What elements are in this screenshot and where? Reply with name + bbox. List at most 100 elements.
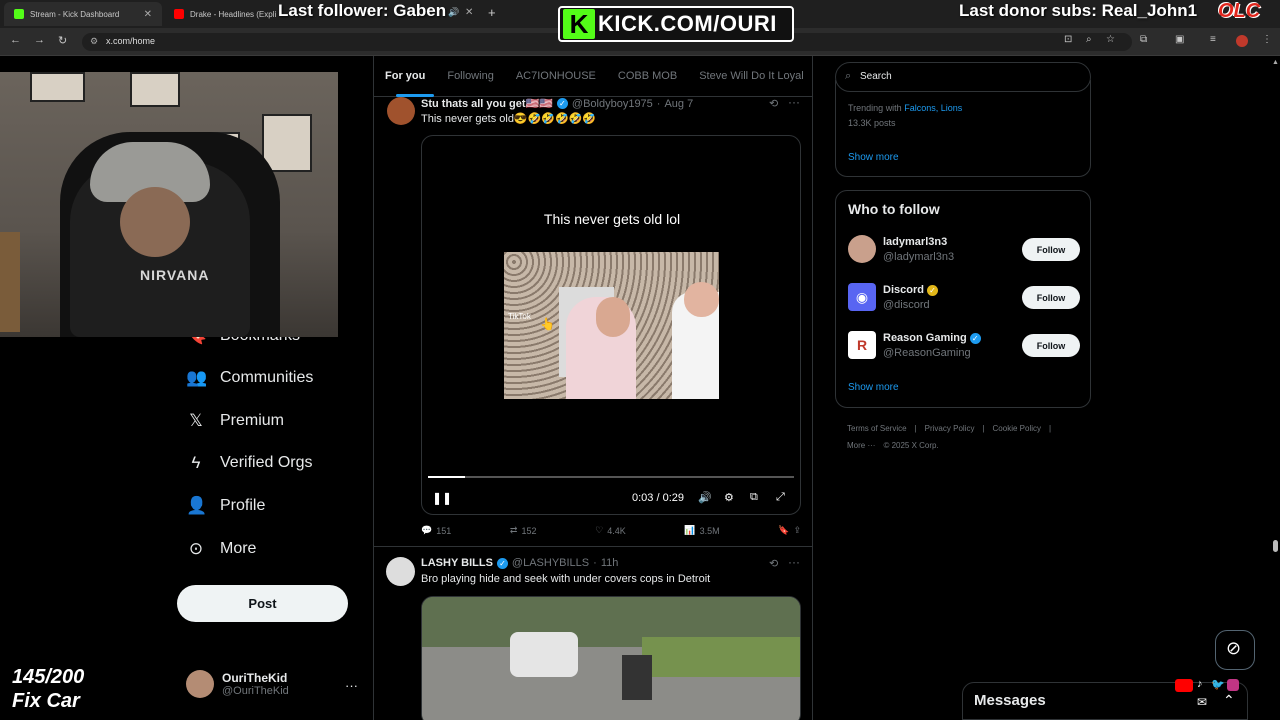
forward-icon[interactable]: →: [34, 34, 45, 46]
avatar[interactable]: [848, 235, 876, 263]
tweet-more-icon[interactable]: ···: [788, 95, 800, 109]
tweet[interactable]: LASHY BILLS ✓ @LASHYBILLS · 11h ⟲ ··· Br…: [374, 548, 812, 720]
menu-icon[interactable]: ⋮: [1262, 34, 1272, 45]
collapse-icon[interactable]: ⌃: [1223, 692, 1235, 709]
bookmark-icon[interactable]: 🔖: [778, 525, 789, 536]
tab-following[interactable]: Following: [436, 70, 504, 82]
footer-more[interactable]: More ···: [847, 441, 875, 450]
like-button[interactable]: ♡ 4.4K: [595, 525, 626, 536]
pointer-hand-icon: 👆: [540, 317, 555, 331]
nav-profile[interactable]: 👤 Profile: [186, 492, 265, 520]
account-switcher[interactable]: OuriTheKid @OuriTheKid: [186, 670, 289, 698]
scroll-up-icon[interactable]: ▲: [1272, 59, 1279, 66]
post-button[interactable]: Post: [177, 585, 348, 622]
tweet-time[interactable]: Aug 7: [664, 98, 693, 110]
reply-count: 151: [436, 525, 452, 536]
kick-banner: K KICK.COM/OURI: [558, 6, 794, 42]
grok-button[interactable]: ⊘: [1215, 630, 1255, 670]
tweet-time[interactable]: 11h: [601, 557, 619, 569]
tweet-more-icon[interactable]: ···: [788, 555, 800, 569]
video-progress-track[interactable]: [428, 476, 794, 478]
tweet-author-name[interactable]: Stu thats all you get🇺🇸🇺🇸: [421, 97, 553, 110]
follow-button[interactable]: Follow: [1022, 286, 1080, 309]
nav-verified-orgs[interactable]: ϟ Verified Orgs: [186, 449, 313, 477]
pip-icon[interactable]: ⧉: [750, 491, 758, 504]
follow-button[interactable]: Follow: [1022, 238, 1080, 261]
follow-suggestion[interactable]: ◉ Discord ✓ @discord Follow: [848, 283, 1080, 313]
show-more-trends[interactable]: Show more: [848, 152, 899, 163]
footer-cookies[interactable]: Cookie Policy: [993, 424, 1041, 433]
views-icon: 📊: [684, 525, 696, 535]
more-circle-icon: ⊙: [188, 539, 204, 558]
lightning-icon: ϟ: [191, 453, 201, 472]
nav-premium[interactable]: 𝕏 Premium: [186, 407, 284, 435]
scrollbar-thumb[interactable]: [1273, 540, 1278, 552]
trend-context[interactable]: Trending with Falcons, Lions: [848, 103, 962, 113]
settings-icon[interactable]: ⚙: [724, 491, 734, 504]
avatar[interactable]: [386, 557, 415, 586]
volume-icon[interactable]: 🔊: [698, 491, 712, 504]
share-icon[interactable]: ⇪: [793, 525, 801, 536]
extensions-icon[interactable]: ⧉: [1140, 34, 1147, 45]
tweet[interactable]: Stu thats all you get🇺🇸🇺🇸 ✓ @Boldyboy197…: [374, 95, 812, 547]
browser-tab-kick[interactable]: Stream - Kick Dashboard ✕: [4, 2, 162, 26]
footer-privacy[interactable]: Privacy Policy: [925, 424, 975, 433]
video-player[interactable]: This never gets old lol TikTok 👆 ❚❚ 0:03…: [421, 135, 801, 515]
reload-icon[interactable]: ↻: [58, 34, 67, 47]
url-text: x.com/home: [106, 36, 156, 46]
avatar[interactable]: [387, 97, 415, 125]
tab-cobb-mob[interactable]: COBB MOB: [607, 70, 688, 82]
page-scrollbar[interactable]: ▲: [1270, 56, 1280, 720]
trend-topics[interactable]: Falcons, Lions: [904, 103, 962, 113]
install-icon[interactable]: ⊡: [1064, 34, 1072, 45]
follow-button[interactable]: Follow: [1022, 334, 1080, 357]
suggestion-name[interactable]: Discord: [883, 284, 924, 296]
bookmark-star-icon[interactable]: ☆: [1106, 34, 1115, 45]
profile-avatar[interactable]: [1236, 35, 1248, 47]
nav-communities[interactable]: 👥 Communities: [186, 364, 313, 392]
tab-steve-will-do-it[interactable]: Steve Will Do It Loyal: [688, 70, 812, 82]
close-tab-icon[interactable]: ✕: [465, 7, 473, 18]
streamer-head: [120, 187, 190, 257]
close-tab-icon[interactable]: ✕: [144, 9, 152, 20]
footer-terms[interactable]: Terms of Service: [847, 424, 907, 433]
nav-label: Communities: [220, 369, 314, 386]
nav-more[interactable]: ⊙ More: [186, 535, 257, 563]
tweet-handle[interactable]: @LASHYBILLS: [512, 557, 589, 569]
zoom-icon[interactable]: ⌕: [1086, 34, 1092, 45]
browser-tab-youtube[interactable]: Drake - Headlines (Explicit): [164, 2, 276, 26]
suggestion-name[interactable]: ladymarl3n3: [883, 236, 947, 248]
new-message-icon[interactable]: ✉: [1197, 695, 1207, 709]
account-more-icon[interactable]: ···: [345, 678, 358, 693]
person-icon: 👤: [186, 496, 208, 515]
show-more-follow[interactable]: Show more: [848, 382, 899, 393]
tweet-text: Bro playing hide and seek with under cov…: [421, 573, 711, 585]
site-info-icon[interactable]: ⚙: [90, 36, 98, 47]
reading-list-icon[interactable]: ≡: [1210, 34, 1216, 45]
tweet-handle[interactable]: @Boldyboy1975: [572, 98, 653, 110]
grok-icon[interactable]: ⟲: [769, 557, 778, 570]
back-icon[interactable]: ←: [10, 34, 21, 46]
last-donor-overlay: Last donor subs: Real_John1: [959, 1, 1198, 20]
suggestion-name[interactable]: Reason Gaming: [883, 332, 967, 344]
verified-gold-badge-icon: ✓: [926, 284, 938, 296]
instagram-icon: [1227, 679, 1239, 691]
messages-drawer[interactable]: Messages ♪ 🐦 ✉ ⌃: [962, 678, 1248, 720]
follow-suggestion[interactable]: R Reason Gaming ✓ @ReasonGaming Follow: [848, 331, 1080, 361]
tab-ac7ionhouse[interactable]: AC7IONHOUSE: [505, 70, 607, 82]
speaker-icon: 🔊: [448, 7, 460, 17]
discord-logo-icon[interactable]: ◉: [848, 283, 876, 311]
reply-button[interactable]: 💬 151: [421, 525, 451, 536]
repost-button[interactable]: ⇄ 152: [510, 525, 537, 536]
views-button[interactable]: 📊 3.5M: [684, 525, 719, 536]
follow-suggestion[interactable]: ladymarl3n3 @ladymarl3n3 Follow: [848, 235, 1080, 265]
pause-icon[interactable]: ❚❚: [432, 491, 452, 505]
tab-for-you[interactable]: For you: [374, 70, 436, 82]
grok-icon[interactable]: ⟲: [769, 97, 778, 110]
tweet-media[interactable]: [421, 596, 801, 720]
reason-gaming-logo-icon[interactable]: R: [848, 331, 876, 359]
fullscreen-icon[interactable]: ⤢: [776, 491, 785, 504]
new-tab-icon[interactable]: +: [488, 5, 496, 20]
split-view-icon[interactable]: ▣: [1175, 34, 1184, 45]
tweet-author-name[interactable]: LASHY BILLS: [421, 557, 493, 569]
